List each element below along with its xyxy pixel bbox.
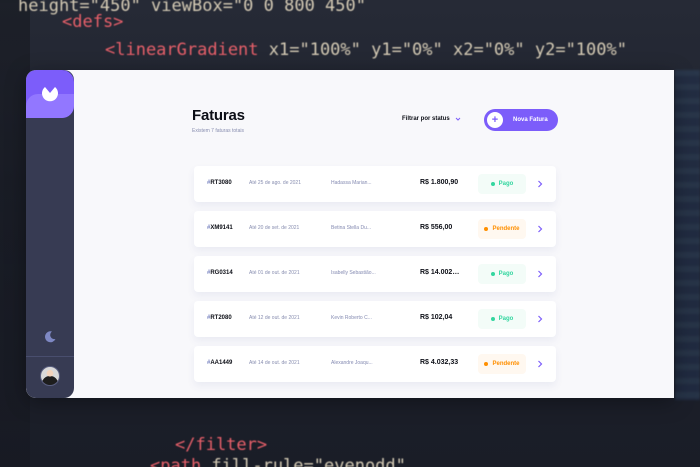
code-token: x1="100%" y1="0%" x2="0%" y2="100%" <box>268 40 627 60</box>
status-dot <box>490 272 495 276</box>
status-dot <box>490 182 495 186</box>
invoice-client-name: Kevin Roberto C... <box>331 315 372 321</box>
invoice-id-code: XM9141 <box>210 225 233 231</box>
status-label: Pago <box>498 181 514 187</box>
main-content: Faturas Existem 7 faturas totais Filtrar… <box>74 70 674 398</box>
invoice-row[interactable]: #AA1449 Até 14 de out. de 2021 Alexandre J… <box>194 346 556 382</box>
status-label: Pago <box>498 271 514 277</box>
invoice-due-date: Até 01 de out. de 2021 <box>249 270 300 276</box>
page-subtitle: Existem 7 faturas totais <box>192 128 244 134</box>
status-label: Pendente <box>492 361 520 367</box>
status-dot <box>490 317 495 321</box>
invoice-client-name: Isabelly Sebastião... <box>331 270 376 276</box>
status-badge: Pago <box>478 174 526 194</box>
code-token: </filter> <box>175 435 268 455</box>
invoice-due-date: Até 12 de out. de 2021 <box>249 315 300 321</box>
invoice-client-name: Alexandre Joaqu... <box>331 360 373 366</box>
status-badge: Pago <box>478 264 526 284</box>
invoice-id-code: RT3080 <box>210 180 232 186</box>
status-badge: Pendente <box>478 219 526 239</box>
invoice-id: #RG0314 <box>207 270 233 276</box>
code-token: fill-rule="evenodd" <box>211 456 406 467</box>
invoice-id-code: RT2080 <box>210 315 232 321</box>
new-invoice-button[interactable]: + Nova Fatura <box>484 109 558 131</box>
invoice-amount: R$ 14.002,... <box>420 269 460 276</box>
new-invoice-label: Nova Fatura <box>513 117 548 123</box>
invoice-id: #AA1449 <box>207 360 232 366</box>
invoice-id: #RT2080 <box>207 315 232 321</box>
invoice-row[interactable]: #XM9141 Até 20 de set. de 2021 Betina Stel… <box>194 211 556 247</box>
chevron-right-icon <box>538 315 543 323</box>
filter-label: Filtrar por status <box>402 116 450 122</box>
chevron-right-icon <box>538 360 543 368</box>
code-token: <path <box>150 456 212 467</box>
page-title: Faturas <box>192 107 245 124</box>
status-label: Pago <box>498 316 514 322</box>
invoice-client-name: Betina Stella Du... <box>331 225 372 231</box>
code-line: <linearGradient x1="100%" y1="0%" x2="0%… <box>105 40 627 60</box>
logo-icon <box>42 87 58 102</box>
invoice-row[interactable]: #RT2080 Até 12 de out. de 2021 Kevin Rober… <box>194 301 556 337</box>
chevron-right-icon <box>538 225 543 233</box>
status-badge: Pendente <box>478 354 526 374</box>
invoice-id-code: RG0314 <box>210 270 233 276</box>
invoice-amount: R$ 4.032,33 <box>420 359 459 366</box>
invoice-list: #RT3080 Até 25 de ago. de 2021 Hadassa Mar… <box>194 166 556 391</box>
invoice-row[interactable]: #RG0314 Até 01 de out. de 2021 Isabelly Se… <box>194 256 556 292</box>
status-label: Pendente <box>492 226 520 232</box>
invoice-amount: R$ 102,04 <box>420 314 453 321</box>
avatar[interactable] <box>40 366 60 386</box>
invoice-id: #RT3080 <box>207 180 232 186</box>
code-blur-strip <box>675 70 700 400</box>
code-token: <defs> <box>62 12 124 32</box>
sidebar <box>26 70 74 398</box>
plus-icon: + <box>487 112 503 128</box>
invoice-id: #XM9141 <box>207 225 233 231</box>
invoice-amount: R$ 1.800,90 <box>420 179 459 186</box>
invoice-due-date: Até 20 de set. de 2021 <box>249 225 300 231</box>
code-token: <linearGradient <box>105 40 269 60</box>
chevron-right-icon <box>538 270 543 278</box>
invoice-client-name: Hadassa Marian... <box>331 180 372 186</box>
filter-dropdown[interactable]: Filtrar por status <box>402 116 461 122</box>
status-dot <box>484 362 489 366</box>
code-line: <defs> <box>62 12 123 32</box>
invoice-due-date: Até 25 de ago. de 2021 <box>249 180 301 186</box>
code-line: <path fill-rule="evenodd" <box>150 456 406 467</box>
invoice-id-code: AA1449 <box>210 360 233 366</box>
invoice-row[interactable]: #RT3080 Até 25 de ago. de 2021 Hadassa Mar… <box>194 166 556 202</box>
sidebar-divider <box>26 356 74 357</box>
invoice-due-date: Até 14 de out. de 2021 <box>249 360 300 366</box>
status-badge: Pago <box>478 309 526 329</box>
chevron-right-icon <box>538 180 543 188</box>
app-logo[interactable] <box>26 70 74 118</box>
invoice-amount: R$ 556,00 <box>420 224 453 231</box>
chevron-down-icon <box>455 117 461 121</box>
status-dot <box>484 227 489 231</box>
invoice-app-window: Faturas Existem 7 faturas totais Filtrar… <box>26 70 674 398</box>
code-line: </filter> <box>175 435 267 455</box>
moon-icon[interactable] <box>43 330 57 344</box>
